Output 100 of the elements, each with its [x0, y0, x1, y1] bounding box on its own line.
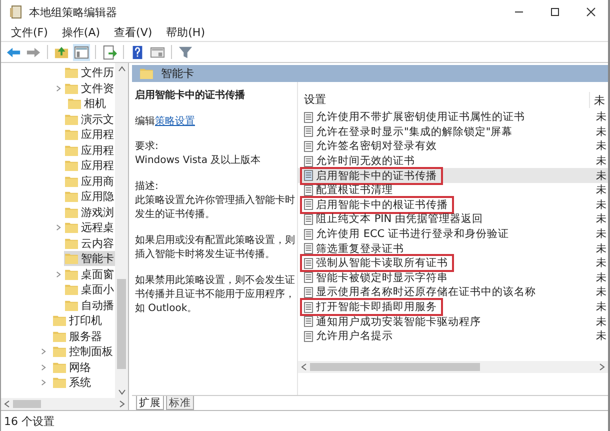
setting-row[interactable]: 启用智能卡中的根证书传播 未	[298, 198, 608, 212]
tree-item[interactable]: 桌面窗	[64, 266, 115, 282]
state-cell: 未	[596, 198, 606, 212]
state-cell: 未	[596, 110, 606, 124]
tree-item[interactable]: 控制面板	[52, 344, 114, 360]
export-list-icon[interactable]	[101, 44, 118, 60]
vertical-scrollbar[interactable]	[115, 63, 128, 398]
scroll-up-icon[interactable]	[118, 66, 126, 72]
folder-icon	[53, 377, 66, 388]
tree-item[interactable]: 服务器	[52, 328, 103, 344]
state-cell: 未	[596, 168, 606, 183]
tree-pane-icon[interactable]	[73, 44, 90, 60]
setting-name: 显示使用者名称时还原存储在证书中的该名称	[302, 285, 596, 300]
folder-icon	[65, 238, 78, 249]
scroll-down-icon[interactable]	[118, 389, 126, 395]
tree-item[interactable]: 网络	[52, 360, 92, 375]
tree-item[interactable]: 应用程	[64, 127, 115, 142]
policy-document-icon	[304, 199, 313, 210]
setting-name: 强制从智能卡读取所有证书	[302, 256, 452, 270]
state-cell: 未	[596, 329, 606, 344]
menu-item[interactable]: 操作(A)	[62, 25, 100, 40]
tree-item[interactable]: 打印机	[52, 313, 103, 328]
setting-row[interactable]: 允许签名密钥对登录有效 未	[298, 139, 608, 154]
expand-chevron-icon[interactable]	[41, 379, 46, 386]
setting-row[interactable]: 阻止纯文本 PIN 由凭据管理器返回 未	[298, 212, 608, 227]
folder-icon	[53, 315, 66, 326]
horizontal-scrollbar[interactable]	[1, 398, 128, 410]
tree-item[interactable]: 云内容	[64, 236, 115, 251]
setting-name: 配置根证书清理	[302, 183, 596, 198]
expand-chevron-icon[interactable]	[56, 224, 61, 232]
view-tab[interactable]: 扩展	[136, 396, 164, 410]
menu-item[interactable]: 文件(F)	[11, 25, 48, 40]
scroll-thumb[interactable]	[13, 400, 41, 408]
tree-item[interactable]: 桌面小	[64, 282, 115, 298]
setting-name: 打开智能卡即插即用服务	[302, 300, 441, 314]
setting-row[interactable]: 显示使用者名称时还原存储在证书中的该名称 未	[298, 285, 608, 300]
folder-icon	[68, 98, 81, 110]
tree-item[interactable]: 自动播	[64, 298, 115, 313]
tree-item[interactable]: 智能卡	[64, 251, 115, 266]
policy-document-icon	[304, 258, 313, 269]
setting-row[interactable]: 允许使用 ECC 证书进行登录和身份验证 未	[298, 226, 608, 242]
folder-icon	[65, 284, 78, 296]
tree-item[interactable]: 系统	[52, 375, 92, 390]
tree-item[interactable]: 演示文	[64, 112, 115, 127]
policy-document-icon	[304, 170, 313, 182]
scroll-thumb[interactable]	[310, 363, 480, 371]
app-icon	[9, 5, 23, 19]
maximize-icon[interactable]	[550, 7, 560, 17]
description-paragraph: 如果禁用此策略设置，则不会发生证书传播并且证书不能用于应用程序，如 Outlook。	[135, 274, 295, 316]
folder-icon	[53, 330, 66, 342]
tree-item[interactable]: 文件资	[64, 80, 115, 96]
tree-item[interactable]: 应用隐	[64, 189, 115, 204]
setting-row[interactable]: 配置根证书清理 未	[298, 182, 608, 198]
folder-icon	[65, 160, 78, 172]
policy-document-icon	[304, 228, 313, 240]
folder-icon	[65, 67, 78, 78]
setting-row[interactable]: 打开智能卡即插即用服务 未	[298, 300, 608, 314]
scroll-left-icon[interactable]	[301, 363, 307, 371]
tree-item[interactable]: 应用程	[64, 142, 115, 158]
window-title: 本地组策略编辑器	[29, 4, 117, 20]
state-cell: 未	[596, 256, 606, 270]
setting-name: 允许使用 ECC 证书进行登录和身份验证	[302, 227, 596, 242]
setting-row[interactable]: 启用智能卡中的证书传播 未	[298, 168, 608, 183]
setting-row[interactable]: 通知用户成功安装智能卡驱动程序 未	[298, 314, 608, 329]
expand-chevron-icon[interactable]	[41, 348, 46, 356]
expand-chevron-icon[interactable]	[56, 270, 61, 278]
horizontal-scrollbar[interactable]	[298, 361, 608, 373]
state-cell: 未	[596, 212, 606, 226]
setting-row[interactable]: 筛选重复登录证书 未	[298, 241, 608, 256]
setting-row[interactable]: 允许用户名提示 未	[298, 328, 608, 344]
scroll-right-icon[interactable]	[119, 400, 125, 408]
scroll-right-icon[interactable]	[599, 363, 605, 371]
column-header[interactable]: 设置	[304, 92, 590, 108]
setting-row[interactable]: 智能卡被锁定时显示字符串 未	[298, 270, 608, 286]
tree-item[interactable]: 游戏浏	[64, 204, 115, 220]
tree-item[interactable]: 应用商	[64, 174, 115, 189]
close-icon[interactable]	[586, 7, 596, 17]
folder-icon	[65, 82, 78, 94]
tree-item[interactable]: 文件历	[64, 65, 115, 80]
tree-item[interactable]: 远程桌	[64, 220, 115, 236]
setting-row[interactable]: 允许在登录时显示"集成的解除锁定"屏幕 未	[298, 124, 608, 140]
scroll-left-icon[interactable]	[4, 400, 10, 408]
folder-icon	[53, 346, 66, 358]
setting-row[interactable]: 强制从智能卡读取所有证书 未	[298, 256, 608, 271]
policy-document-icon	[304, 302, 313, 313]
menu-item[interactable]: 查看(V)	[114, 25, 152, 40]
policy-settings-link[interactable]: 策略设置	[155, 116, 195, 127]
tree-item[interactable]: 相机	[67, 96, 107, 112]
expand-chevron-icon[interactable]	[41, 364, 46, 371]
folder-icon	[65, 114, 78, 125]
view-tab[interactable]: 标准	[166, 396, 194, 410]
menu-item[interactable]: 帮助(H)	[166, 25, 205, 40]
column-header[interactable]: 未	[590, 93, 608, 108]
tree-item[interactable]: 应用程	[64, 158, 115, 174]
expand-chevron-icon[interactable]	[56, 84, 61, 92]
scroll-thumb[interactable]	[117, 279, 126, 369]
setting-name: 筛选重复登录证书	[302, 242, 596, 256]
setting-row[interactable]: 允许使用不带扩展密钥使用证书属性的证书 未	[298, 110, 608, 125]
setting-row[interactable]: 允许时间无效的证书 未	[298, 154, 608, 168]
folder-icon	[65, 300, 78, 311]
